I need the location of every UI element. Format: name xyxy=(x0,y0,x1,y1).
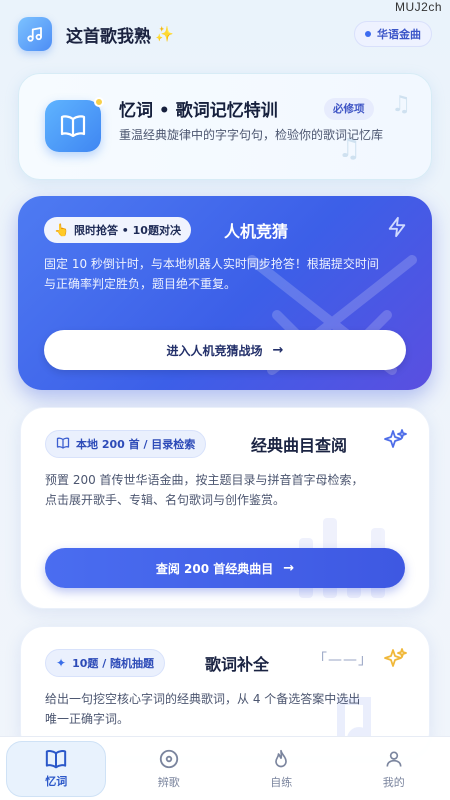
app-header: 这首歌我熟 ✨ 华语金曲 xyxy=(18,14,432,54)
blank-placeholder: 「——」 xyxy=(313,652,373,668)
nav-item-practice[interactable]: 自练 xyxy=(231,741,331,797)
required-tag: 必修项 xyxy=(324,98,374,120)
nav-item-identify[interactable]: 辨歌 xyxy=(119,741,219,797)
random-quiz-label: 10题 / 随机抽题 xyxy=(72,657,155,670)
classic-songs-card: 本地 200 首 / 目录检索 经典曲目查阅 预置 200 首传世华语金曲，按主… xyxy=(20,407,430,609)
random-quiz-pill: ✦ 10题 / 随机抽题 xyxy=(45,649,166,677)
book-icon xyxy=(46,749,67,768)
browse-songs-label: 查阅 200 首经典曲目 xyxy=(155,561,274,576)
sparkle-icon xyxy=(384,648,407,667)
nav-item-label: 辨歌 xyxy=(157,775,180,789)
arrow-right-icon: → xyxy=(272,342,284,358)
nav-item-label: 我的 xyxy=(382,775,405,789)
card2-description: 固定 10 秒倒计时，与本地机器人实时同步抢答！根据提交时间与正确率判定胜负，题… xyxy=(44,257,379,291)
category-badge[interactable]: 华语金曲 xyxy=(354,21,432,47)
enter-ai-battle-button[interactable]: 进入人机竞猜战场 → xyxy=(44,330,406,370)
arrow-right-icon: → xyxy=(283,560,295,576)
star-icon: ✦ xyxy=(56,656,67,670)
music-note-deco-icon-2: ♫ xyxy=(337,134,361,164)
nav-item-profile[interactable]: 我的 xyxy=(344,741,444,797)
nav-item-memory[interactable]: 忆词 xyxy=(6,740,107,797)
disc-icon xyxy=(159,749,178,768)
category-badge-label: 华语金曲 xyxy=(377,28,421,41)
quick-answer-pill-label: 限时抢答 • 10题对决 xyxy=(73,224,181,237)
sparkle-icon: ✨ xyxy=(155,25,174,43)
music-note-icon xyxy=(18,17,52,51)
notification-dot xyxy=(94,97,104,107)
card3-title: 经典曲目查阅 xyxy=(251,436,348,455)
card4-description: 给出一句挖空核心字词的经典歌词，从 4 个备选答案中选出唯一正确字词。 xyxy=(45,692,361,726)
bottom-nav: 忆词 辨歌 自练 我的 xyxy=(0,736,450,800)
app-title: 这首歌我熟 xyxy=(66,26,151,47)
quick-answer-pill: 👆 限时抢答 • 10题对决 xyxy=(44,217,191,243)
card3-description: 预置 200 首传世华语金曲，按主题目录与拼音首字母检索，点击展开歌手、专辑、名… xyxy=(45,473,364,507)
badge-dot-icon xyxy=(365,31,371,37)
browse-songs-button[interactable]: 查阅 200 首经典曲目 → xyxy=(45,548,405,588)
book-icon xyxy=(56,437,70,452)
music-note-deco-icon: ♫ xyxy=(391,92,411,117)
card2-title: 人机竞猜 xyxy=(224,222,289,241)
card1-description: 重温经典旋律中的字字句句，检验你的歌词记忆库 xyxy=(119,128,384,142)
enter-ai-battle-label: 进入人机竞猜战场 xyxy=(166,343,263,358)
flame-icon xyxy=(275,749,288,767)
lightning-icon xyxy=(388,216,406,238)
local-catalog-pill: 本地 200 首 / 目录检索 xyxy=(45,430,207,458)
person-icon xyxy=(386,751,402,767)
sparkle-icon xyxy=(384,429,407,448)
lyric-memory-card[interactable]: 忆词 • 歌词记忆特训 必修项 重温经典旋律中的字字句句，检验你的歌词记忆库 ♫… xyxy=(18,73,432,180)
card1-title: 忆词 • 歌词记忆特训 xyxy=(119,101,278,121)
watermark: MUJ2ch xyxy=(394,0,442,14)
ai-quiz-card: 👆 限时抢答 • 10题对决 人机竞猜 固定 10 秒倒计时，与本地机器人实时同… xyxy=(18,196,432,390)
local-catalog-label: 本地 200 首 / 目录检索 xyxy=(76,438,196,451)
card4-title: 歌词补全 xyxy=(205,655,270,674)
nav-item-label: 自练 xyxy=(270,775,293,789)
hand-point-icon: 👆 xyxy=(54,223,69,237)
open-book-icon xyxy=(45,97,104,152)
nav-item-label: 忆词 xyxy=(45,774,68,788)
